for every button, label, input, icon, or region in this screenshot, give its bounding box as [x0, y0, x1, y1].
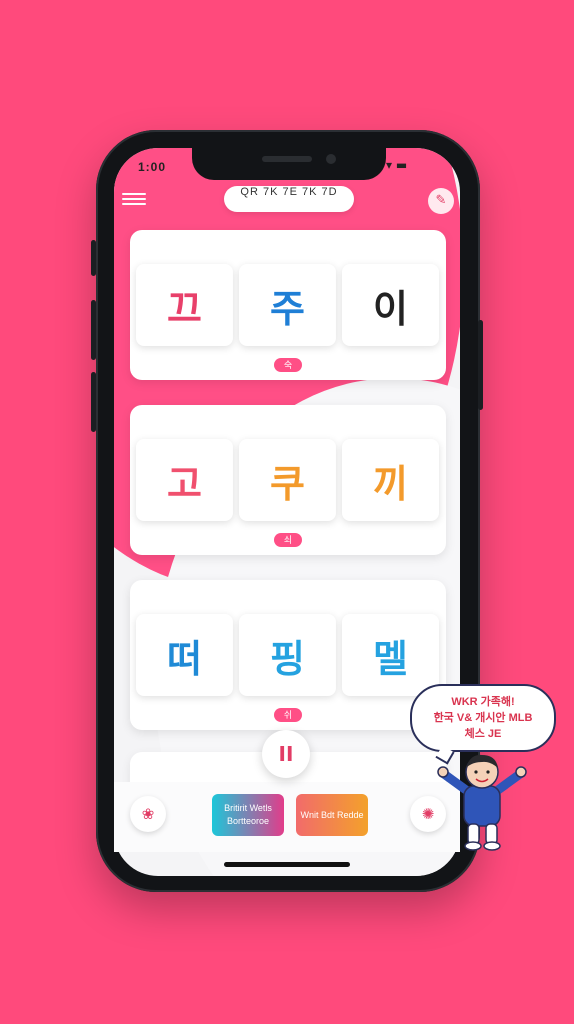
pause-button[interactable]: II — [262, 730, 310, 778]
syllable-tile[interactable]: 떠 — [136, 614, 233, 696]
card-tag: 쉬 — [274, 708, 302, 722]
speech-line: 한국 V& 개시안 MLB — [433, 712, 533, 724]
primary-action-button[interactable]: Britirit Wetls Bortteoroe — [212, 794, 284, 836]
syllable-tile[interactable]: 핑 — [239, 614, 336, 696]
mute-switch — [91, 372, 96, 432]
front-camera — [326, 154, 336, 164]
earpiece-speaker — [262, 156, 312, 162]
home-indicator — [224, 862, 350, 867]
speech-line: WKR 가족해! — [451, 696, 515, 708]
syllable-tile[interactable]: 끼 — [342, 439, 439, 521]
profile-icon[interactable]: ✎ — [428, 188, 454, 214]
mascot-speech-bubble: WKR 가족해! 한국 V& 개시안 MLB 체스 JE — [410, 684, 556, 752]
status-time: 1:00 — [138, 160, 167, 174]
bottom-control-bar — [114, 782, 460, 852]
syllable-tile[interactable]: 고 — [136, 439, 233, 521]
syllable-tile[interactable]: 쿠 — [239, 439, 336, 521]
swirl-icon[interactable]: ❀ — [130, 796, 166, 832]
page-title: QR 7K 7E 7K 7D — [224, 186, 354, 212]
card-tag: 쇠 — [274, 533, 302, 547]
menu-line — [122, 198, 146, 200]
mascot-character — [437, 754, 527, 851]
speech-line: 체스 JE — [464, 728, 502, 740]
menu-line — [122, 203, 146, 205]
syllable-tile[interactable]: 멜 — [342, 614, 439, 696]
syllable-card[interactable]: 떠 핑 멜 쉬 — [130, 580, 446, 730]
volume-up-button — [91, 240, 96, 276]
volume-down-button — [91, 300, 96, 360]
primary-button-line2: Bortteoroe — [226, 816, 270, 826]
secondary-action-button[interactable]: Wnit Bdt Redde — [296, 794, 368, 836]
syllable-tile[interactable]: 끄 — [136, 264, 233, 346]
syllable-tile[interactable]: 이 — [342, 264, 439, 346]
primary-button-line1: Britirit Wetls — [224, 803, 272, 813]
secondary-button-line1: Wnit Bdt Redde — [300, 809, 364, 820]
syllable-card[interactable]: 끄 주 이 숙 — [130, 230, 446, 380]
hamburger-menu-icon[interactable] — [122, 190, 146, 210]
menu-line — [122, 193, 146, 195]
syllable-card[interactable]: 고 쿠 끼 쇠 — [130, 405, 446, 555]
syllable-tile[interactable]: 주 — [239, 264, 336, 346]
status-icons: ▾ ▬ — [386, 158, 408, 172]
card-tag: 숙 — [274, 358, 302, 372]
power-button — [478, 320, 483, 410]
phone-notch — [192, 148, 386, 180]
